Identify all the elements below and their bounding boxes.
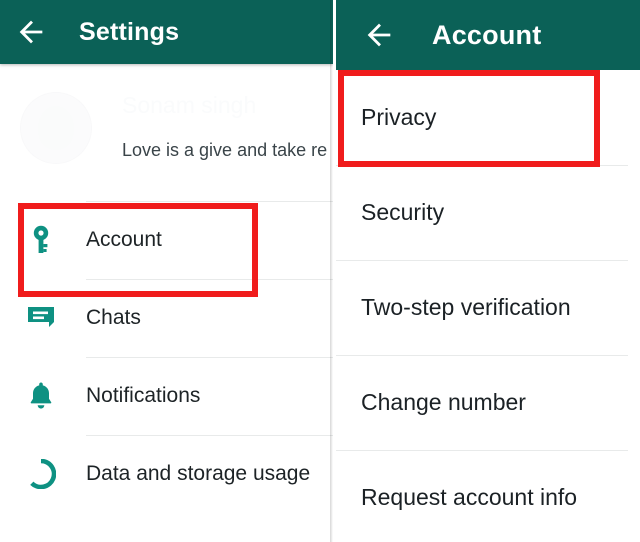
- profile-avatar-ghost-icon[interactable]: [20, 92, 92, 164]
- divider: [86, 435, 333, 436]
- account-item-security[interactable]: Security: [336, 165, 640, 260]
- account-item-request-account-info[interactable]: Request account info: [336, 450, 640, 542]
- divider: [86, 279, 333, 280]
- account-item-label: Two-step verification: [361, 294, 571, 320]
- account-item-label: Request account info: [361, 484, 578, 510]
- settings-item-label: Data and storage usage: [86, 462, 311, 485]
- settings-item-account[interactable]: Account: [0, 201, 333, 279]
- panel-edge-shadow: [330, 0, 333, 542]
- account-screen: Account Privacy Security Two-step verifi…: [336, 0, 640, 542]
- divider: [336, 450, 628, 451]
- account-item-two-step-verification[interactable]: Two-step verification: [336, 260, 640, 355]
- data-usage-icon: [20, 459, 62, 489]
- settings-screen: Settings Sonam singh Love is a give and …: [0, 0, 333, 542]
- back-arrow-icon[interactable]: [14, 15, 48, 49]
- account-item-label: Change number: [361, 389, 526, 415]
- profile-status-text: Love is a give and take re: [122, 140, 328, 160]
- dual-screenshot-canvas: Settings Sonam singh Love is a give and …: [0, 0, 640, 542]
- settings-item-data-and-storage-usage[interactable]: Data and storage usage: [0, 435, 333, 513]
- account-item-label: Privacy: [361, 104, 437, 130]
- settings-item-notifications[interactable]: Notifications: [0, 357, 333, 435]
- page-title: Account: [432, 19, 542, 50]
- bell-icon: [20, 381, 62, 411]
- divider: [336, 165, 628, 166]
- settings-item-label: Notifications: [86, 384, 201, 407]
- settings-item-label: Account: [86, 228, 162, 251]
- divider: [86, 201, 333, 202]
- chat-bubble-icon: [20, 305, 62, 331]
- settings-appbar: Settings: [0, 0, 333, 64]
- account-appbar: Account: [336, 0, 640, 70]
- back-arrow-icon[interactable]: [362, 18, 396, 52]
- divider: [86, 357, 333, 358]
- profile-name: Sonam singh: [122, 92, 257, 118]
- key-icon: [20, 225, 62, 255]
- profile-header[interactable]: Sonam singh Love is a give and take re: [0, 64, 333, 201]
- account-item-label: Security: [361, 199, 445, 225]
- divider: [336, 260, 628, 261]
- account-item-privacy[interactable]: Privacy: [336, 70, 640, 165]
- settings-item-chats[interactable]: Chats: [0, 279, 333, 357]
- account-item-change-number[interactable]: Change number: [336, 355, 640, 450]
- page-title: Settings: [79, 17, 180, 46]
- settings-item-label: Chats: [86, 306, 141, 329]
- divider: [336, 355, 628, 356]
